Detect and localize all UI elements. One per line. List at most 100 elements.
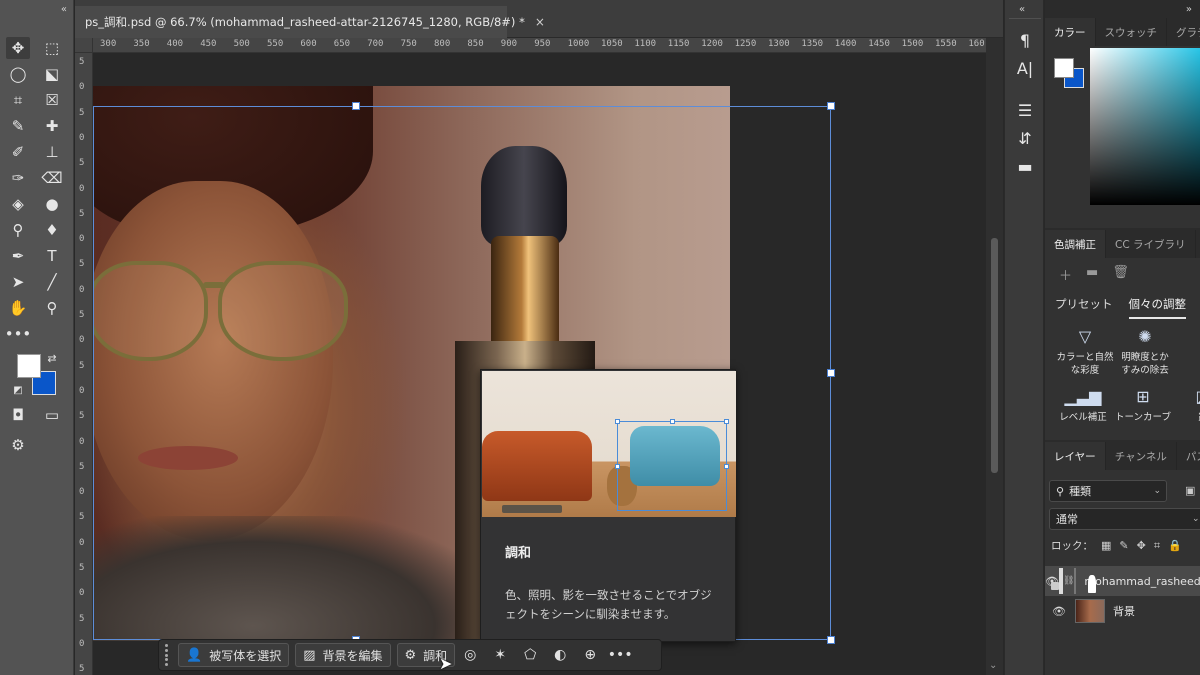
layer-row[interactable]: 👁 ⛓ mohammad_rasheed-attar-2126745_1280: [1045, 566, 1200, 596]
mask-options-icon[interactable]: ◎: [455, 643, 485, 667]
crop-tool-icon[interactable]: ⌗: [6, 89, 30, 111]
default-colors-icon[interactable]: ◩: [10, 382, 26, 398]
more-options-icon[interactable]: •••: [605, 643, 635, 667]
tab-presets[interactable]: プリセット: [1055, 296, 1113, 319]
marquee-tool-icon[interactable]: ⬚: [40, 37, 64, 59]
adjust-curves[interactable]: ⊞ トーンカーブ: [1113, 389, 1173, 424]
blur-tool-icon[interactable]: ●: [40, 193, 64, 215]
refine-sparkle-icon[interactable]: ✶: [485, 643, 515, 667]
document-canvas[interactable]: 調和 色、照明、影を一致させることでオブジェクトをシーンに馴染ませます。: [93, 54, 986, 675]
line-tool-icon[interactable]: ╱: [40, 271, 64, 293]
blend-mode-select[interactable]: 通常 ⌄: [1049, 508, 1200, 530]
move-tool-icon[interactable]: ✥: [6, 37, 30, 59]
document-tab[interactable]: ps_調和.psd @ 66.7% (mohammad_rasheed-atta…: [75, 6, 545, 38]
healing-brush-tool-icon[interactable]: ✚: [40, 115, 64, 137]
brush-tool-icon[interactable]: ✐: [6, 141, 30, 163]
select-subject-label: 被写体を選択: [209, 648, 282, 663]
eyedropper-tool-icon[interactable]: ✎: [6, 115, 30, 137]
tab-layers[interactable]: レイヤー: [1045, 442, 1106, 470]
add-icon[interactable]: ＋: [1059, 265, 1072, 284]
generative-tool-icon[interactable]: ⚙: [6, 434, 30, 456]
dodge-tool-icon[interactable]: ⚲: [6, 219, 30, 241]
mask-link-icon[interactable]: ⛓: [1063, 576, 1074, 586]
sponge-tool-icon[interactable]: ♦: [40, 219, 64, 241]
edit-background-button[interactable]: ▨ 背景を編集: [295, 643, 391, 667]
swap-colors-icon[interactable]: ⇄: [44, 350, 60, 366]
transform-icon[interactable]: ⬠: [515, 643, 545, 667]
scroll-down-icon[interactable]: ⌄: [989, 660, 997, 671]
transform-handle-right[interactable]: [827, 369, 835, 377]
horizontal-ruler[interactable]: 300 350 400 450 500 550 600 650 700 750 800 850 900 9…: [93, 38, 986, 53]
ruler-tick-label: 0: [79, 537, 85, 548]
image-filter-icon[interactable]: ▣: [1185, 484, 1195, 497]
lasso-tool-icon[interactable]: ◯: [6, 63, 30, 85]
layer-row[interactable]: 👁 背景: [1045, 596, 1200, 626]
tab-channels[interactable]: チャンネル: [1106, 442, 1177, 470]
folder-icon[interactable]: ▬: [1086, 265, 1098, 284]
canvas-vertical-scrollbar[interactable]: ⌄: [986, 38, 1003, 675]
collapse-dock-icon[interactable]: «: [1019, 4, 1025, 15]
zoom-tool-icon[interactable]: ⚲: [40, 297, 64, 319]
ruler-origin[interactable]: [75, 38, 93, 53]
ruler-tick-label: 5: [79, 259, 85, 270]
transform-handle-top-right[interactable]: [827, 102, 835, 110]
history-brush-tool-icon[interactable]: ✑: [6, 167, 30, 189]
lock-position-icon[interactable]: ✥: [1137, 539, 1146, 552]
ruler-tick-label: 5: [79, 461, 85, 472]
character-icon[interactable]: A|: [1013, 56, 1037, 80]
object-selection-tool-icon[interactable]: ⬕: [40, 63, 64, 85]
layer-filter-select[interactable]: ⚲ 種類 ⌄: [1049, 480, 1167, 502]
layer-mask-thumbnail[interactable]: [1074, 568, 1097, 594]
screen-mode-icon[interactable]: ▭: [40, 404, 64, 426]
type-tool-icon[interactable]: T: [40, 245, 64, 267]
pen-tool-icon[interactable]: ✒: [6, 245, 30, 267]
quick-mask-icon[interactable]: ◘: [6, 404, 30, 426]
adjust-clarity-dehaze[interactable]: ✺ 明瞭度とか すみの除去: [1115, 329, 1175, 377]
edit-toolbar-icon[interactable]: •••: [5, 323, 32, 345]
hand-tool-icon[interactable]: ✋: [6, 297, 30, 319]
tab-swatches[interactable]: スウォッチ: [1096, 18, 1167, 46]
close-document-icon[interactable]: ×: [535, 15, 545, 29]
adjustment-icon[interactable]: ◐: [545, 643, 575, 667]
tab-color[interactable]: カラー: [1045, 18, 1096, 46]
lock-all-icon[interactable]: 🔒: [1168, 539, 1182, 552]
tab-cc-libraries[interactable]: CC ライブラリ: [1106, 230, 1196, 258]
contextual-task-bar: 👤 被写体を選択 ▨ 背景を編集 ⚙ 調和 ◎ ✶ ⬠ ◐ ⊕ •••: [158, 639, 662, 671]
vertical-ruler[interactable]: 5 0 5 0 5 0 5 0 5 0 5 0 5 0 5 0 5 0 5 0 5 0 5 0 5: [75, 53, 93, 675]
tab-adjustments[interactable]: 色調補正: [1045, 230, 1106, 258]
ruler-tick-label: 5: [79, 107, 85, 118]
comments-icon[interactable]: ▬: [1013, 154, 1037, 178]
foreground-color-swatch[interactable]: [17, 354, 41, 378]
select-subject-button[interactable]: 👤 被写体を選択: [178, 643, 290, 667]
lock-artboard-icon[interactable]: ⌗: [1154, 539, 1160, 553]
tab-gradients[interactable]: グラデーション: [1167, 18, 1200, 46]
visibility-eye-icon[interactable]: 👁: [1045, 605, 1073, 618]
taskbar-drag-handle[interactable]: [160, 644, 172, 666]
ruler-tick-label: 5: [79, 563, 85, 573]
scrollbar-thumb[interactable]: [991, 238, 998, 473]
trash-icon[interactable]: 🗑: [1112, 265, 1129, 284]
frame-tool-icon[interactable]: ☒: [40, 89, 64, 111]
tab-paths[interactable]: パス: [1177, 442, 1200, 470]
eraser-tool-icon[interactable]: ⌫: [40, 167, 64, 189]
transform-handle-top[interactable]: [352, 102, 360, 110]
color-panel-foreground-swatch[interactable]: [1054, 58, 1074, 78]
collapse-toolbar-icon[interactable]: «: [61, 4, 67, 15]
path-selection-tool-icon[interactable]: ➤: [6, 271, 30, 293]
paragraph-icon[interactable]: ¶: [1013, 28, 1037, 52]
lock-pixels-icon[interactable]: ✎: [1119, 539, 1128, 552]
collapse-right-panels-icon[interactable]: »: [1186, 4, 1192, 15]
adjust-exposure[interactable]: ◪ 露: [1173, 389, 1200, 424]
clone-stamp-tool-icon[interactable]: ⊥: [40, 141, 64, 163]
transform-handle-bottom-right[interactable]: [827, 636, 835, 644]
adjust-vibrance[interactable]: ▽ カラーと自然 な彩度: [1055, 329, 1115, 377]
libraries-icon[interactable]: ⇵: [1013, 126, 1037, 150]
properties-icon[interactable]: ☰: [1013, 98, 1037, 122]
adjust-levels[interactable]: ▁▃▆ レベル補正: [1053, 389, 1113, 424]
adjust-grain[interactable]: ⁘ 粒: [1175, 329, 1200, 364]
add-image-icon[interactable]: ⊕: [575, 643, 605, 667]
lock-transparent-icon[interactable]: ▦: [1101, 539, 1111, 552]
paint-bucket-tool-icon[interactable]: ◈: [6, 193, 30, 215]
tab-single-adjustments[interactable]: 個々の調整: [1128, 296, 1186, 319]
color-spectrum-picker[interactable]: [1090, 48, 1200, 205]
